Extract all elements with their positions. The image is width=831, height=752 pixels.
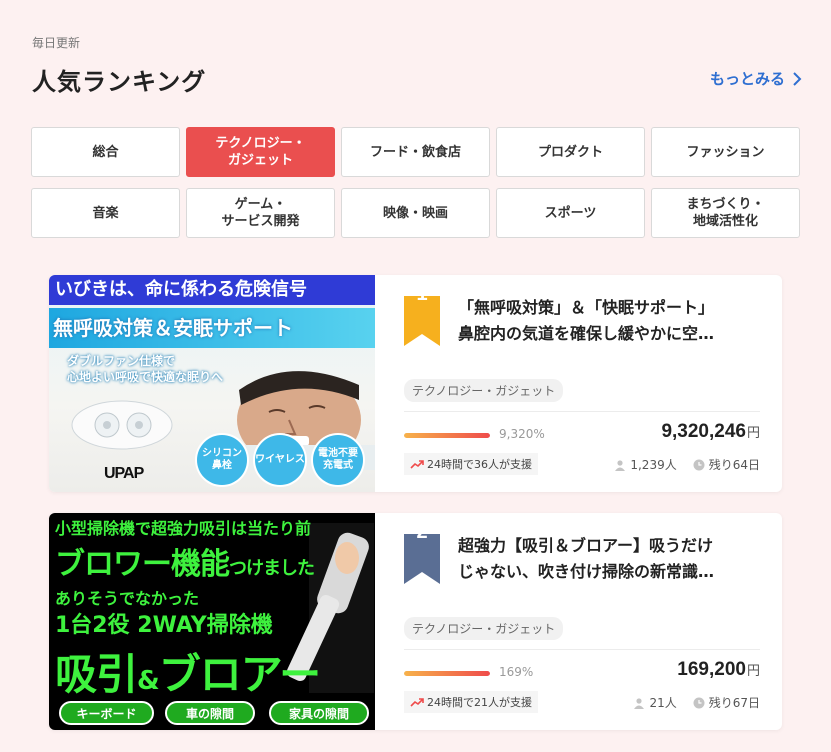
thumb-pill: 家具の隙間 xyxy=(269,701,369,725)
rank-number: 2 xyxy=(416,521,428,543)
project-card[interactable]: 小型掃除機で超強力吸引は当たり前 ブロワー機能つけました ありそうでなかった 1… xyxy=(49,513,782,730)
days-remaining: 残り64日 xyxy=(708,458,760,472)
project-info: 1 「無呼吸対策」＆「快眠サポート」 鼻腔内の気道を確保し緩やかに空… テクノロ… xyxy=(404,275,760,492)
funded-amount: 169,200円 xyxy=(677,659,760,681)
funded-amount: 9,320,246円 xyxy=(661,421,760,443)
clock-icon xyxy=(693,459,705,470)
amount-value: 9,320,246 xyxy=(661,421,746,442)
divider xyxy=(404,649,760,650)
rank-number: 1 xyxy=(416,283,428,305)
category-tabs: 総合 テクノロジー・ ガジェット フード・飲食店 プロダクト ファッション 音楽… xyxy=(31,127,801,238)
project-card[interactable]: いびきは、命に係わる危険信号 無呼吸対策＆安眠サポート ダブルファン仕様で 心地… xyxy=(49,275,782,492)
amount-value: 169,200 xyxy=(677,659,746,680)
funded-percent: 169% xyxy=(499,665,534,679)
project-thumbnail[interactable]: 小型掃除機で超強力吸引は当たり前 ブロワー機能つけました ありそうでなかった 1… xyxy=(49,513,375,730)
divider xyxy=(404,411,760,412)
device-image xyxy=(71,400,173,450)
progress-fill xyxy=(404,671,490,676)
thumb-band: 無呼吸対策＆安眠サポート xyxy=(49,308,375,348)
project-title[interactable]: 「無呼吸対策」＆「快眠サポート」 鼻腔内の気道を確保し緩やかに空… xyxy=(458,295,760,347)
thumb-line-3: ありそうでなかった xyxy=(55,589,200,608)
category-tag[interactable]: テクノロジー・ガジェット xyxy=(404,379,564,402)
thumb-line-4: 1台2役 2WAY掃除機 xyxy=(55,613,273,638)
project-meta: 1,239人 残り64日 xyxy=(614,456,760,473)
backer-count: 1,239人 xyxy=(630,458,677,472)
tab-film[interactable]: 映像・映画 xyxy=(341,188,490,238)
project-title[interactable]: 超強力【吸引＆ブロアー】吸うだけ じゃない、吹き付け掃除の新常識… xyxy=(458,533,760,585)
progress-bar xyxy=(404,671,490,676)
thumb-line-1: 小型掃除機で超強力吸引は当たり前 xyxy=(55,519,312,538)
thumb-line-2a: ブロワー機能 xyxy=(55,547,230,582)
project-meta: 21人 残り67日 xyxy=(633,694,760,711)
backer-count: 21人 xyxy=(649,696,677,710)
see-more-label: もっとみる xyxy=(709,70,785,88)
feature-bubble: シリコン 鼻栓 xyxy=(197,435,247,485)
feature-bubble: 電池不要 充電式 xyxy=(313,435,363,485)
recent-support-badge: 24時間で36人が支援 xyxy=(404,453,538,475)
daily-update-label: 毎日更新 xyxy=(32,36,81,50)
page-title: 人気ランキング xyxy=(32,68,207,96)
recent-support-text: 24時間で21人が支援 xyxy=(427,696,532,709)
trending-up-icon xyxy=(410,698,424,707)
tab-food[interactable]: フード・飲食店 xyxy=(341,127,490,177)
days-remaining: 残り67日 xyxy=(708,696,760,710)
progress-bar xyxy=(404,433,490,438)
tab-sports[interactable]: スポーツ xyxy=(496,188,645,238)
recent-support-text: 24時間で36人が支援 xyxy=(427,458,532,471)
brand-logo: UPAP xyxy=(104,465,144,482)
tab-game-service[interactable]: ゲーム・ サービス開発 xyxy=(186,188,335,238)
thumb-line-2: ブロワー機能つけました xyxy=(55,539,315,583)
thumb-pill: キーボード xyxy=(59,701,154,725)
currency-label: 円 xyxy=(746,663,760,678)
ranking-header: 毎日更新 人気ランキング もっとみる xyxy=(32,30,803,100)
tab-overall[interactable]: 総合 xyxy=(31,127,180,177)
feature-bubble: ワイヤレス xyxy=(255,435,305,485)
chevron-right-icon xyxy=(793,71,802,86)
project-info: 2 超強力【吸引＆ブロアー】吸うだけ じゃない、吹き付け掃除の新常識… テクノロ… xyxy=(404,513,760,730)
clock-icon xyxy=(693,697,705,708)
see-more-link[interactable]: もっとみる xyxy=(710,68,803,89)
thumb-line-5a: 吸引 xyxy=(55,650,138,699)
thumb-line-5b: & xyxy=(137,666,160,696)
funded-percent: 9,320% xyxy=(499,427,545,441)
progress-fill xyxy=(404,433,490,438)
user-icon xyxy=(634,697,645,709)
tab-product[interactable]: プロダクト xyxy=(496,127,645,177)
currency-label: 円 xyxy=(746,425,760,440)
tab-music[interactable]: 音楽 xyxy=(31,188,180,238)
recent-support-badge: 24時間で21人が支援 xyxy=(404,691,538,713)
tab-technology-gadget[interactable]: テクノロジー・ ガジェット xyxy=(186,127,335,177)
category-tag[interactable]: テクノロジー・ガジェット xyxy=(404,617,564,640)
trending-up-icon xyxy=(410,460,424,469)
thumb-headline: いびきは、命に係わる危険信号 xyxy=(49,275,375,305)
thumb-line-5c: ブロアー xyxy=(158,650,321,699)
project-thumbnail[interactable]: いびきは、命に係わる危険信号 無呼吸対策＆安眠サポート ダブルファン仕様で 心地… xyxy=(49,275,375,492)
user-icon xyxy=(615,459,626,471)
tab-community[interactable]: まちづくり・ 地域活性化 xyxy=(651,188,800,238)
thumb-line-5: 吸引&ブロアー xyxy=(55,641,321,702)
thumb-line-2b: つけました xyxy=(229,558,315,579)
tab-fashion[interactable]: ファッション xyxy=(651,127,800,177)
thumb-pill: 車の隙間 xyxy=(165,701,255,725)
